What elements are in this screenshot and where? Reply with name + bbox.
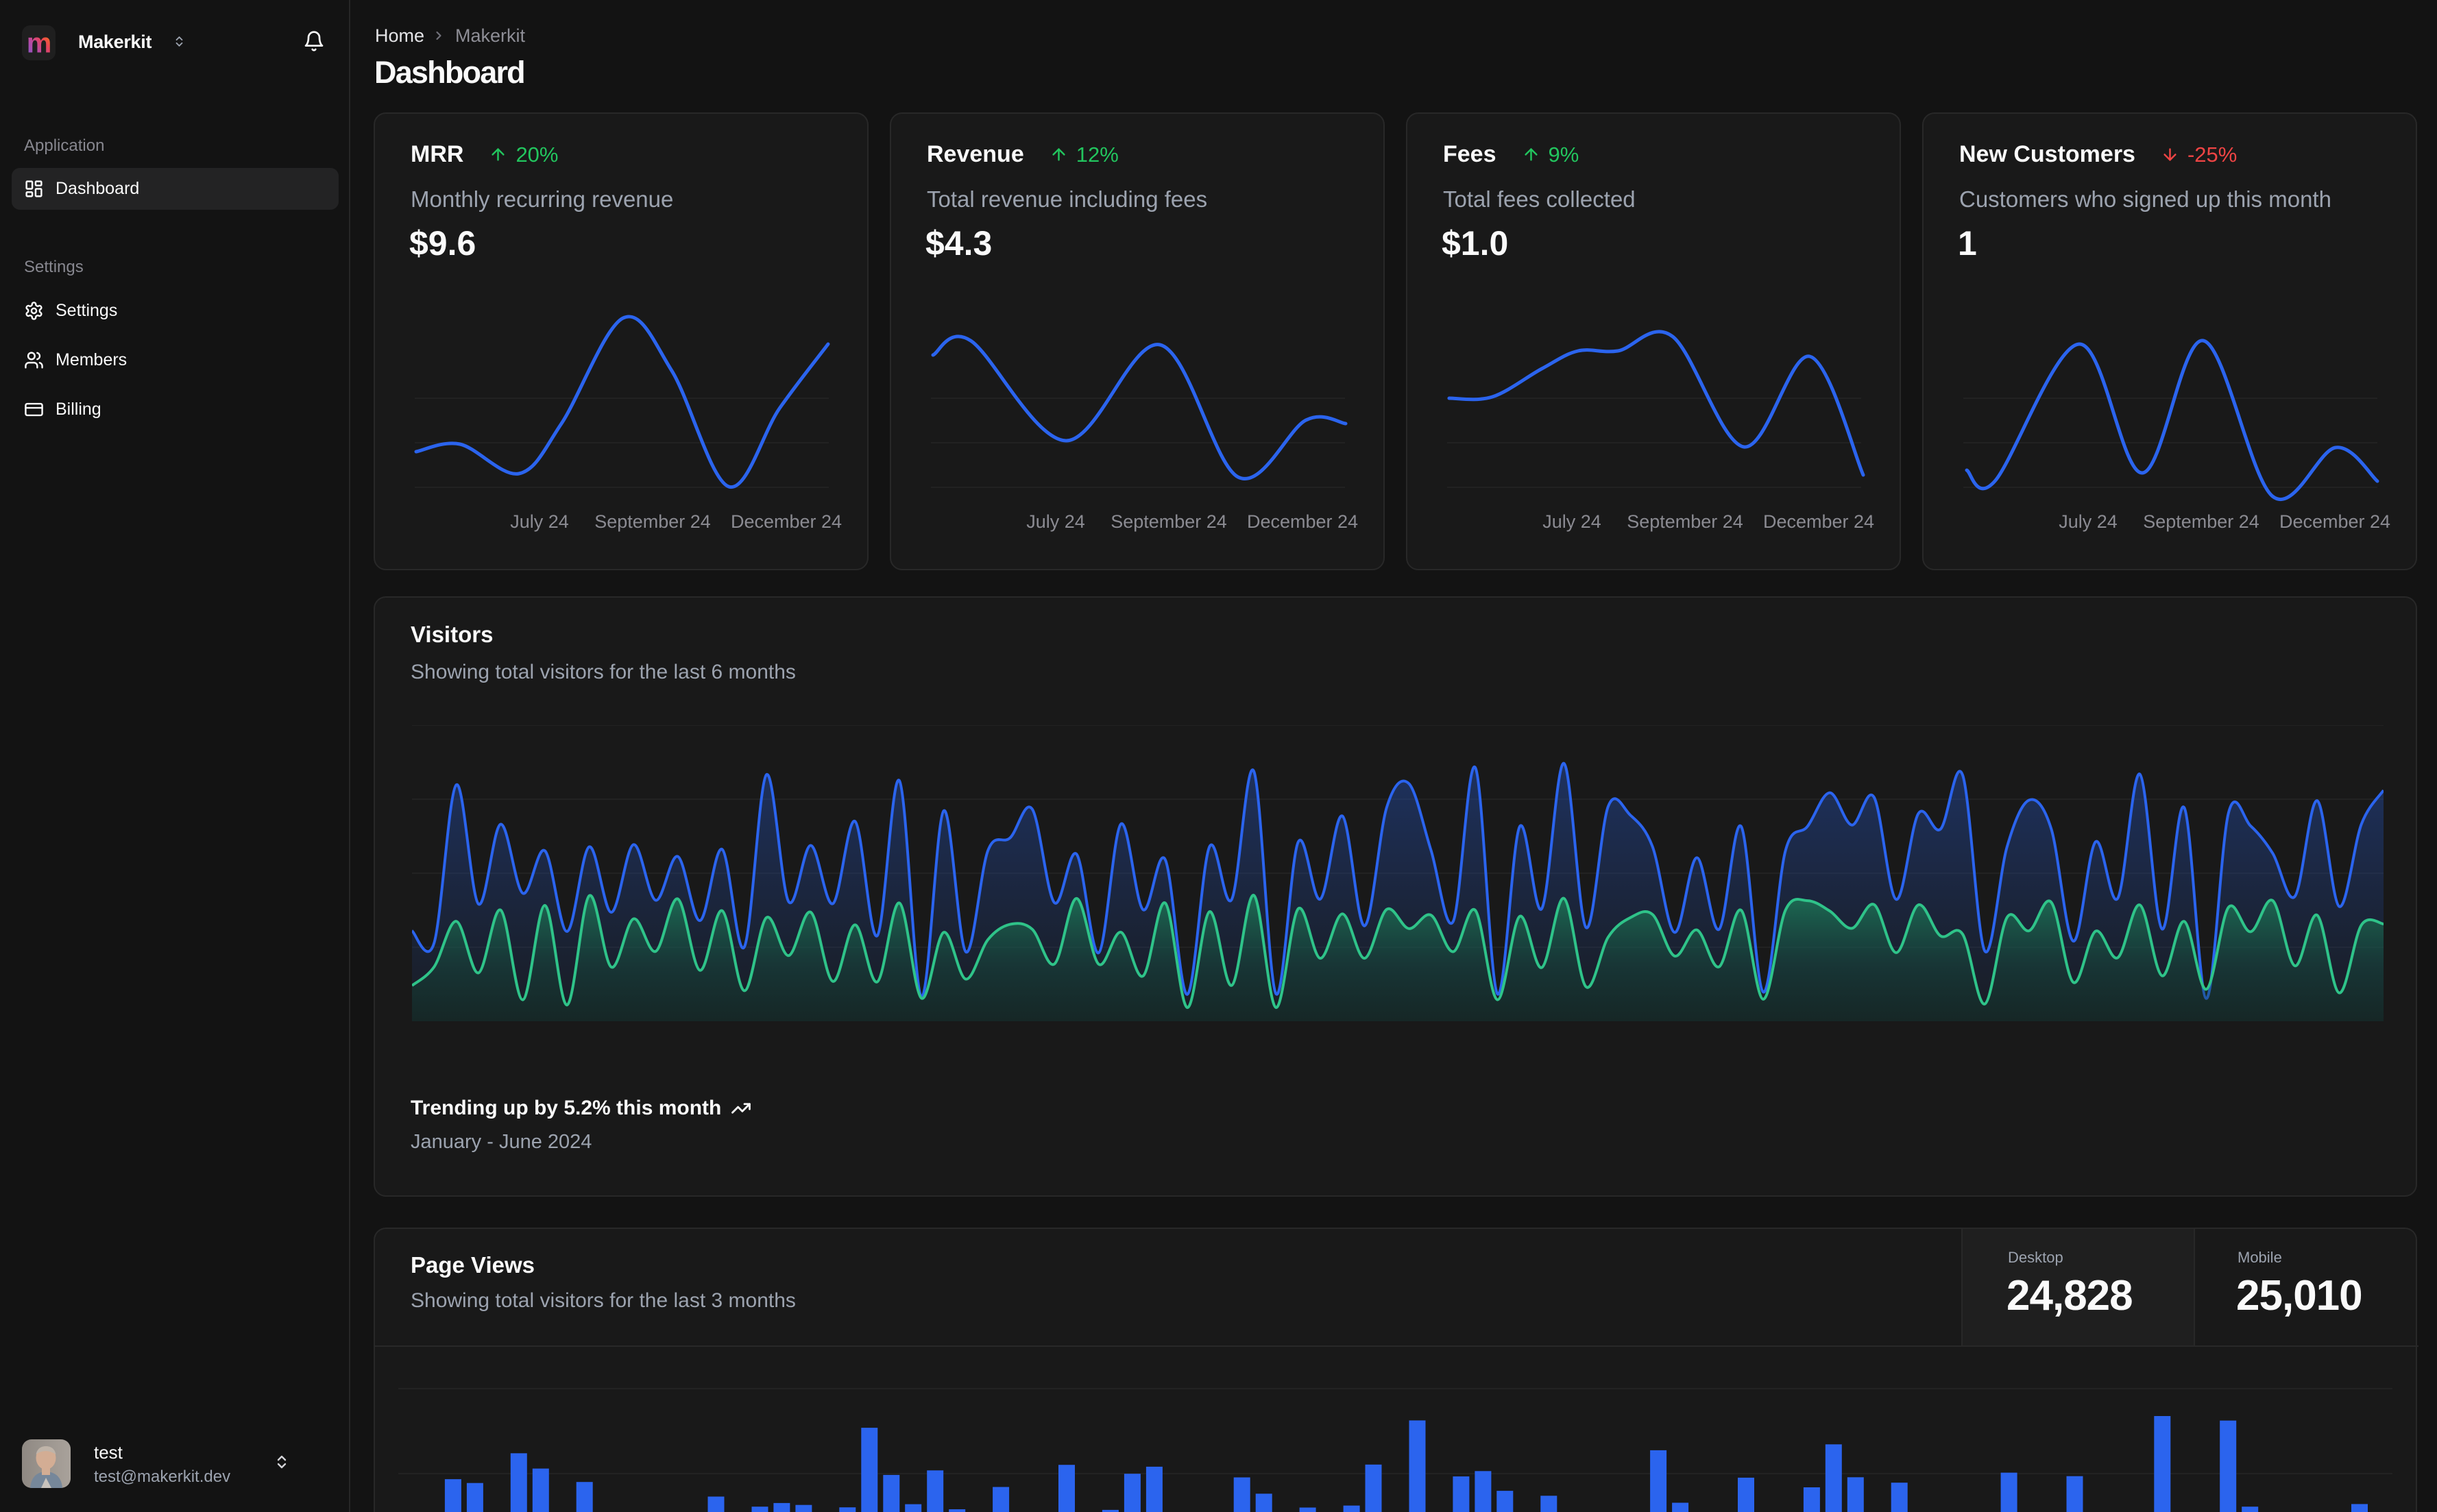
svg-text:m: m — [27, 30, 52, 56]
